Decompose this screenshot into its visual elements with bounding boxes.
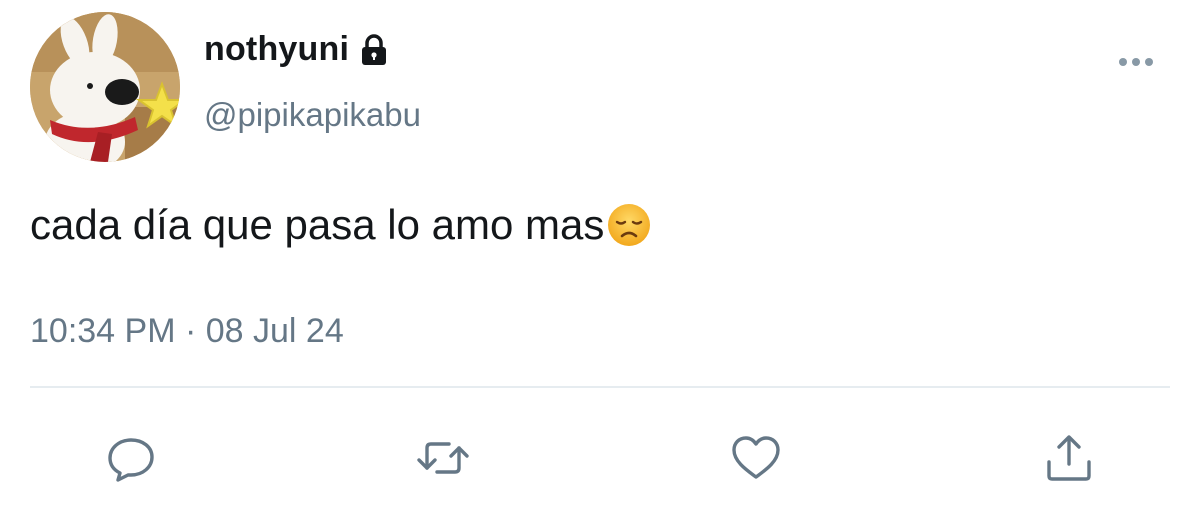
user-handle[interactable]: @pipikapikabu	[204, 96, 421, 134]
like-icon	[732, 436, 780, 479]
share-icon	[1047, 435, 1091, 481]
like-button[interactable]	[728, 430, 784, 486]
display-name-row: nothyuni	[204, 30, 391, 69]
retweet-button[interactable]	[415, 430, 471, 486]
divider	[30, 386, 1170, 388]
rabbit-avatar-image	[30, 12, 180, 162]
disappointed-face-emoji	[606, 202, 652, 248]
tweet-text: cada día que pasa lo amo mas	[30, 201, 652, 249]
avatar[interactable]	[30, 12, 180, 162]
tweet-timestamp[interactable]: 10:34 PM · 08 Jul 24	[30, 312, 344, 351]
display-name[interactable]: nothyuni	[204, 30, 349, 69]
lock-icon	[357, 33, 391, 67]
reply-icon	[108, 438, 154, 482]
share-button[interactable]	[1041, 430, 1097, 486]
retweet-icon	[417, 442, 469, 474]
reply-button[interactable]	[103, 430, 159, 486]
tweet-body: cada día que pasa lo amo mas	[30, 201, 605, 248]
more-options-icon[interactable]	[1117, 48, 1159, 76]
